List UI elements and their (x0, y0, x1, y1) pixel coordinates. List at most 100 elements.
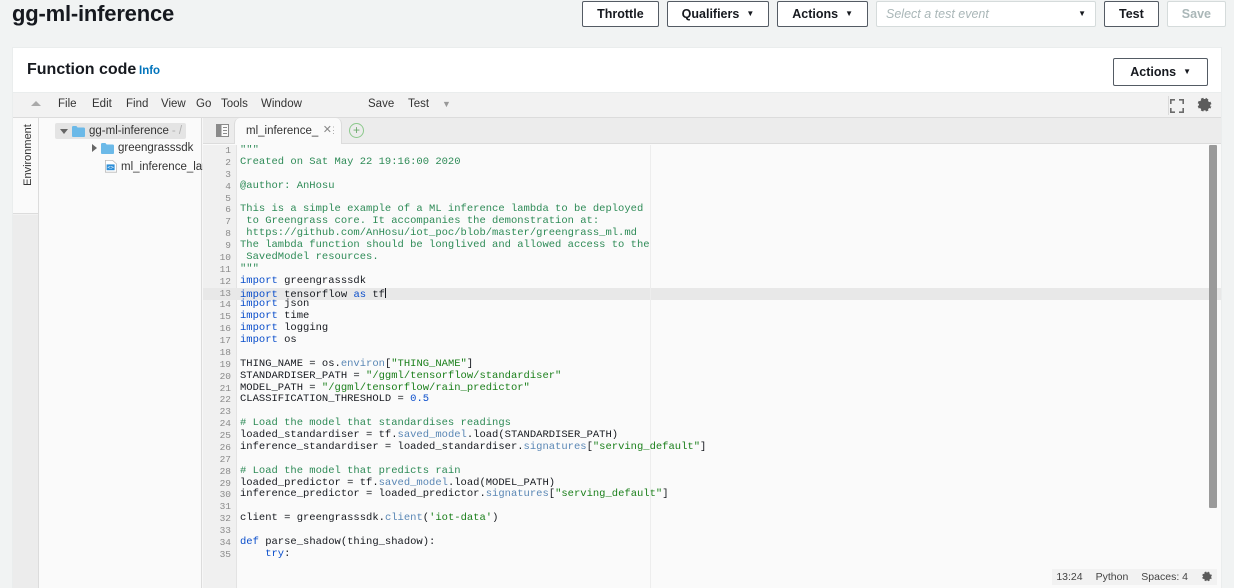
divider (1168, 96, 1169, 115)
throttle-button[interactable]: Throttle (582, 1, 659, 27)
code-token: 'iot-data' (429, 512, 493, 525)
menu-go[interactable]: Go (191, 98, 216, 114)
code-line[interactable]: 16 import logging (203, 322, 1221, 335)
tree-toggle-icon[interactable] (216, 124, 229, 137)
line-number: 24 (219, 418, 231, 430)
panel-title: Function code (27, 61, 137, 78)
code-line[interactable]: 35 try: (203, 547, 1221, 561)
chevron-down-icon[interactable] (60, 128, 68, 134)
menu-save[interactable]: Save (363, 98, 399, 114)
menu-test[interactable]: Test (403, 98, 434, 114)
code-token: .load(MODEL_PATH) (447, 476, 556, 489)
menu-file[interactable]: File (53, 98, 82, 114)
code-line[interactable]: 22 CLASSIFICATION_THRESHOLD = 0.5 (203, 393, 1221, 406)
line-number: 8 (225, 228, 231, 240)
code-line[interactable]: 10 SavedModel resources. (203, 251, 1221, 264)
tree-item-greengrasssdk[interactable]: greengrasssdk (87, 142, 193, 154)
new-tab-button[interactable]: + (349, 123, 364, 138)
code-token: "serving_default" (592, 440, 700, 453)
panel-actions-label: Actions (1130, 65, 1177, 79)
fullscreen-icon[interactable] (1170, 98, 1184, 113)
save-button[interactable]: Save (1166, 1, 1226, 27)
code-token: ] (700, 440, 707, 453)
indent-setting[interactable]: Spaces: 4 (1141, 571, 1188, 583)
line-number: 33 (219, 525, 231, 536)
tree-item-ml-inference-lambda[interactable]: <> ml_inference_lambda.py (105, 160, 207, 173)
tree-root-row[interactable]: gg-ml-inference - / (55, 123, 186, 139)
actions-label: Actions (792, 7, 839, 21)
cursor-position[interactable]: 13:24 (1056, 571, 1082, 583)
qualifiers-button[interactable]: Qualifiers ▼ (666, 1, 770, 27)
code-token: .load(STANDARDISER_PATH) (466, 429, 619, 441)
code-token: def (240, 535, 259, 548)
line-number: 23 (219, 406, 231, 418)
editor-tab-ml-inference-lambda[interactable]: ml_inference_lar ✕ ⋮ (234, 118, 342, 144)
code-token: import (240, 322, 278, 335)
info-link[interactable]: Info (139, 65, 160, 77)
menu-view[interactable]: View (156, 98, 191, 114)
vertical-scrollbar-thumb[interactable] (1209, 145, 1217, 508)
code-line[interactable]: 32 client = greengrasssdk.client('iot-dat… (203, 512, 1221, 525)
line-source: CLASSIFICATION_THRESHOLD = 0.5 (240, 393, 429, 406)
line-number: 26 (219, 441, 231, 453)
environment-tab[interactable]: Environment (13, 118, 38, 214)
menu-find[interactable]: Find (121, 98, 153, 114)
code-line[interactable]: 15 import time (203, 310, 1221, 323)
chevron-down-icon: ▼ (1078, 9, 1087, 18)
header-actions-button[interactable]: Actions ▼ (777, 1, 869, 27)
code-line[interactable]: 12 import greengrasssdk (203, 275, 1221, 288)
code-line[interactable]: 4 @author: AnHosu (203, 179, 1221, 193)
code-token: loaded_standardiser = tf. (240, 429, 398, 441)
line-number: 12 (219, 275, 231, 287)
line-source: inference_predictor = loaded_predictor.s… (240, 488, 669, 501)
menu-edit[interactable]: Edit (87, 98, 117, 114)
test-button[interactable]: Test (1104, 1, 1159, 27)
qualifiers-label: Qualifiers (681, 7, 740, 21)
code-editor-surface[interactable]: 1 """ 2 Created on Sat May 22 19:16:00 2020… (203, 145, 1221, 588)
tree-root-label: gg-ml-inference (89, 125, 169, 137)
panel-header: Function code Info Actions ▼ (13, 48, 1221, 93)
code-line[interactable]: 34 def parse_shadow(thing_shadow): (203, 535, 1221, 549)
code-token: import (240, 298, 278, 311)
line-number: 30 (219, 489, 231, 501)
line-number: 11 (219, 263, 231, 275)
environment-label: Environment (22, 124, 34, 186)
chevron-down-icon: ▼ (845, 9, 854, 18)
code-line[interactable]: 14 import json (203, 298, 1221, 311)
gear-icon[interactable] (1196, 97, 1213, 114)
code-token: try (240, 547, 285, 560)
code-line[interactable]: 2 Created on Sat May 22 19:16:00 2020 (203, 156, 1221, 169)
language-mode[interactable]: Python (1096, 571, 1129, 583)
editor-tabbar: ml_inference_lar ✕ ⋮ + (203, 118, 1221, 144)
code-token: : (284, 547, 291, 560)
code-line[interactable]: 17 import os (203, 334, 1221, 347)
code-token: logging (277, 322, 329, 335)
line-number: 27 (219, 453, 231, 465)
code-token: import (240, 334, 278, 346)
gear-icon[interactable] (1201, 571, 1213, 583)
tree-item-label: ml_inference_lambda.py (121, 160, 207, 173)
line-number: 22 (219, 394, 231, 406)
code-token: "/ggml/tensorflow/rain_predictor" (321, 381, 530, 394)
editor-body: Environment gg-ml-inference - / ▼ (13, 118, 1221, 588)
code-token: inference_predictor = loaded_predictor. (240, 488, 486, 501)
menu-window[interactable]: Window (256, 98, 307, 114)
chevron-down-icon: ▼ (1183, 67, 1191, 76)
code-line[interactable]: 13 import tensorflow as tf (203, 287, 1221, 300)
line-number: 29 (219, 477, 231, 489)
line-number: 14 (219, 299, 231, 311)
code-token: @author: AnHosu (240, 179, 335, 192)
collapse-toggle-icon[interactable] (31, 101, 41, 106)
test-event-select[interactable]: Select a test event ▼ (876, 1, 1097, 27)
panel-actions-button[interactable]: Actions ▼ (1113, 58, 1208, 86)
code-line[interactable]: 30 inference_predictor = loaded_predictor… (203, 488, 1221, 501)
menu-tools[interactable]: Tools (216, 98, 253, 114)
code-line[interactable]: 26 inference_standardiser = loaded_standa… (203, 440, 1221, 454)
environment-rail: Environment (13, 118, 39, 588)
line-number: 7 (225, 216, 231, 228)
code-line[interactable]: 3 (203, 169, 1221, 181)
folder-icon (101, 142, 114, 154)
menu-overflow-icon[interactable]: ▼ (437, 99, 456, 115)
text-cursor (384, 287, 386, 298)
chevron-right-icon[interactable] (92, 144, 97, 152)
